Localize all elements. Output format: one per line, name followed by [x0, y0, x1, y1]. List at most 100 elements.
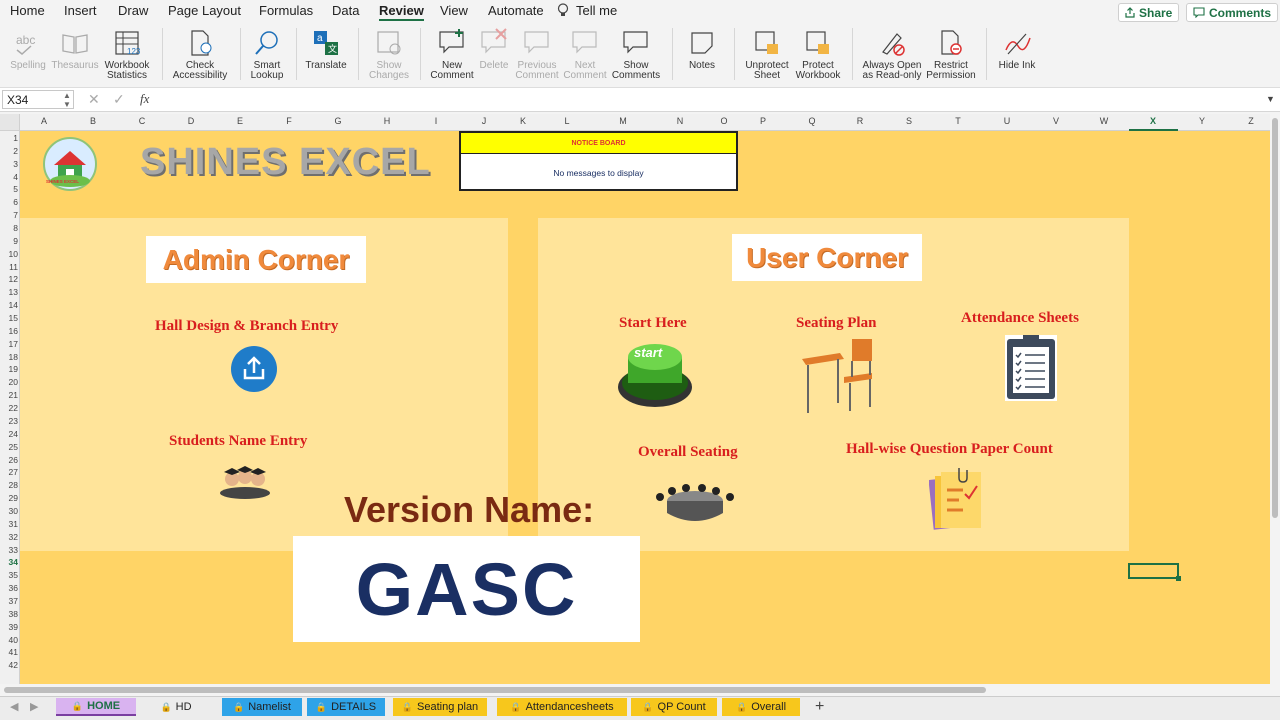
chevron-down-icon[interactable]: ▼: [1266, 94, 1275, 104]
sheet-tab[interactable]: 🔒 QP Count: [631, 698, 717, 716]
row-header[interactable]: 39: [0, 622, 18, 632]
column-header[interactable]: E: [230, 116, 250, 126]
spelling-button[interactable]: abc Spelling: [8, 28, 48, 71]
row-header[interactable]: 4: [0, 172, 18, 182]
sheet-tab[interactable]: 🔒 Attendancesheets: [497, 698, 627, 716]
start-button-icon[interactable]: start: [616, 337, 694, 409]
tab-page-layout[interactable]: Page Layout: [168, 3, 241, 18]
sheet-tab[interactable]: 🔒 HOME: [56, 698, 136, 716]
column-header[interactable]: J: [474, 116, 494, 126]
row-header[interactable]: 7: [0, 210, 18, 220]
workbook-statistics-button[interactable]: 123 Workbook Statistics: [102, 28, 152, 81]
row-header[interactable]: 6: [0, 197, 18, 207]
column-header[interactable]: Y: [1192, 116, 1212, 126]
vertical-scroll-thumb[interactable]: [1272, 118, 1278, 518]
row-header[interactable]: 27: [0, 467, 18, 477]
row-header[interactable]: 29: [0, 493, 18, 503]
column-header[interactable]: M: [613, 116, 633, 126]
hide-ink-button[interactable]: Hide Ink: [994, 28, 1040, 71]
row-header[interactable]: 33: [0, 545, 18, 555]
scroll-right-icon[interactable]: ▶: [30, 700, 38, 713]
column-header[interactable]: S: [899, 116, 919, 126]
next-comment-button[interactable]: Next Comment: [562, 28, 608, 81]
tab-automate[interactable]: Automate: [488, 3, 544, 18]
share-button[interactable]: Share: [1118, 3, 1180, 22]
row-header[interactable]: 42: [0, 660, 18, 670]
column-header[interactable]: C: [132, 116, 152, 126]
column-header[interactable]: W: [1094, 116, 1114, 126]
unprotect-sheet-button[interactable]: Unprotect Sheet: [742, 28, 792, 81]
protect-workbook-button[interactable]: Protect Workbook: [794, 28, 842, 81]
row-header[interactable]: 14: [0, 300, 18, 310]
column-header[interactable]: H: [377, 116, 397, 126]
show-comments-button[interactable]: Show Comments: [610, 28, 662, 81]
column-header[interactable]: R: [850, 116, 870, 126]
scroll-left-icon[interactable]: ◀: [10, 700, 18, 713]
column-header[interactable]: U: [997, 116, 1017, 126]
column-header[interactable]: X: [1143, 116, 1163, 126]
always-open-readonly-button[interactable]: Always Open as Read-only: [860, 28, 924, 81]
row-header[interactable]: 15: [0, 313, 18, 323]
tab-insert[interactable]: Insert: [64, 3, 97, 18]
graduates-icon[interactable]: [218, 463, 272, 499]
column-header[interactable]: F: [279, 116, 299, 126]
row-header[interactable]: 12: [0, 274, 18, 284]
row-header[interactable]: 28: [0, 480, 18, 490]
row-header[interactable]: 13: [0, 287, 18, 297]
new-comment-button[interactable]: New Comment: [428, 28, 476, 81]
horizontal-scrollbar[interactable]: [0, 684, 1280, 696]
clipboard-icon[interactable]: [1003, 333, 1059, 403]
check-accessibility-button[interactable]: Check Accessibility: [170, 28, 230, 81]
row-header[interactable]: 20: [0, 377, 18, 387]
documents-icon[interactable]: [928, 468, 987, 532]
add-sheet-button[interactable]: +: [815, 698, 824, 716]
column-header[interactable]: N: [670, 116, 690, 126]
row-header[interactable]: 37: [0, 596, 18, 606]
column-header[interactable]: T: [948, 116, 968, 126]
row-header[interactable]: 17: [0, 339, 18, 349]
active-cell[interactable]: [1128, 563, 1181, 581]
row-header[interactable]: 36: [0, 583, 18, 593]
row-header[interactable]: 38: [0, 609, 18, 619]
function-icon[interactable]: fx: [140, 91, 149, 107]
smart-lookup-button[interactable]: Smart Lookup: [247, 28, 287, 81]
row-header[interactable]: 21: [0, 390, 18, 400]
select-all-corner[interactable]: [0, 114, 20, 131]
row-header[interactable]: 18: [0, 352, 18, 362]
column-header[interactable]: B: [83, 116, 103, 126]
row-header[interactable]: 40: [0, 635, 18, 645]
upload-icon[interactable]: [230, 345, 278, 393]
column-header[interactable]: Z: [1241, 116, 1261, 126]
confirm-icon[interactable]: ✓: [113, 91, 125, 108]
row-header[interactable]: 26: [0, 455, 18, 465]
column-header[interactable]: P: [753, 116, 773, 126]
formula-input[interactable]: [160, 90, 1260, 109]
row-header[interactable]: 34: [0, 557, 18, 567]
column-header[interactable]: V: [1046, 116, 1066, 126]
vertical-scrollbar[interactable]: [1270, 114, 1280, 684]
row-header[interactable]: 16: [0, 326, 18, 336]
row-header[interactable]: 9: [0, 236, 18, 246]
comments-button[interactable]: Comments: [1186, 3, 1279, 22]
row-header[interactable]: 11: [0, 262, 18, 272]
column-header[interactable]: L: [557, 116, 577, 126]
sheet-tab[interactable]: 🔒 Namelist: [222, 698, 302, 716]
row-header[interactable]: 23: [0, 416, 18, 426]
desk-chair-icon[interactable]: [800, 337, 876, 415]
row-header[interactable]: 10: [0, 249, 18, 259]
translate-button[interactable]: a文 Translate: [304, 28, 348, 71]
tab-draw[interactable]: Draw: [118, 3, 148, 18]
column-header[interactable]: D: [181, 116, 201, 126]
tab-view[interactable]: View: [440, 3, 468, 18]
row-header[interactable]: 1: [0, 133, 18, 143]
sheet-tab[interactable]: 🔒 HD: [136, 698, 216, 716]
row-header[interactable]: 24: [0, 429, 18, 439]
tab-review[interactable]: Review: [379, 3, 424, 21]
row-header[interactable]: 31: [0, 519, 18, 529]
row-header[interactable]: 8: [0, 223, 18, 233]
sheet-tab[interactable]: 🔒 Overall: [722, 698, 800, 716]
column-header[interactable]: I: [426, 116, 446, 126]
column-header[interactable]: G: [328, 116, 348, 126]
row-header[interactable]: 19: [0, 364, 18, 374]
tell-me-search[interactable]: Tell me: [576, 3, 617, 18]
